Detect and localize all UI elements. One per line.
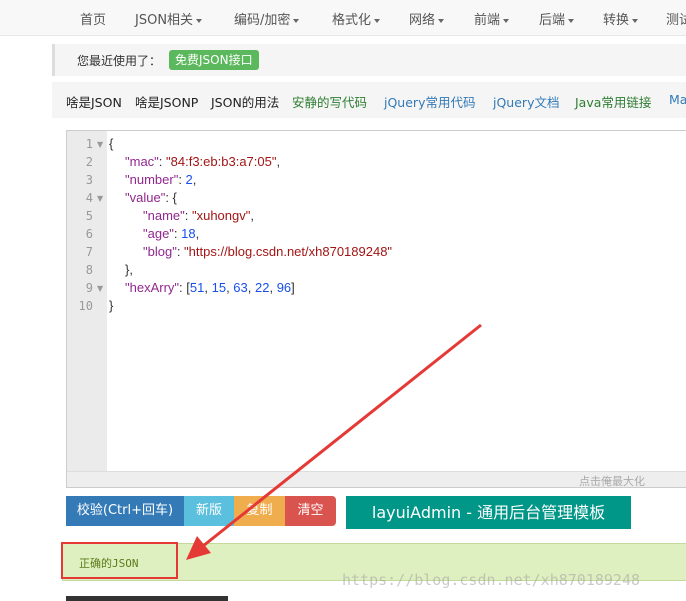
link-json-usage[interactable]: JSON的用法	[211, 92, 279, 111]
nav-item-convert[interactable]: 转换	[603, 9, 639, 28]
maximize-link[interactable]: 点击俺最大化	[579, 473, 645, 489]
nav-item-network[interactable]: 网络	[409, 9, 445, 28]
bottom-strip	[66, 596, 228, 601]
editor-status-bar: 点击俺最大化	[67, 471, 686, 489]
link-what-is-json[interactable]: 啥是JSON	[66, 92, 122, 111]
code-line: "value": {	[125, 190, 177, 205]
nav-item-label: JSON相关	[135, 13, 194, 28]
link-what-is-jsonp[interactable]: 啥是JSONP	[135, 92, 198, 111]
nav-item-json[interactable]: JSON相关	[135, 9, 203, 28]
line-number: 2	[85, 155, 93, 169]
nav-item-frontend[interactable]: 前端	[474, 9, 510, 28]
top-navbar: 首页 JSON相关 编码/加密 格式化 网络 前端 后端 转换 测试	[0, 0, 686, 36]
code-line: },	[125, 262, 133, 277]
nav-item-label: 格式化	[332, 13, 372, 28]
line-number: 3	[85, 173, 93, 187]
code-line: "age": 18,	[143, 226, 200, 241]
caret-down-icon	[503, 18, 510, 23]
fold-arrow-icon[interactable]: ▼	[97, 140, 103, 149]
json-editor[interactable]: 1 2 3 4 5 6 7 8 9 10 ▼ ▼ ▼ { "mac": "84:…	[66, 130, 686, 488]
caret-down-icon	[438, 18, 445, 23]
caret-down-icon	[293, 18, 300, 23]
line-number: 6	[85, 227, 93, 241]
code-line: }	[109, 298, 114, 313]
recent-bar: 您最近使用了： 免费JSON接口	[52, 44, 686, 76]
nav-item-label: 网络	[409, 13, 436, 28]
caret-down-icon	[374, 18, 381, 23]
nav-item-label: 首页	[80, 13, 107, 28]
new-version-button[interactable]: 新版	[184, 496, 234, 526]
nav-item-label: 测试	[666, 13, 686, 28]
line-number: 9	[85, 281, 93, 295]
line-number: 4	[85, 191, 93, 205]
nav-item-label: 后端	[539, 13, 566, 28]
layuiadmin-ad-button[interactable]: layuiAdmin - 通用后台管理模板	[346, 496, 631, 529]
nav-item-label: 转换	[603, 13, 630, 28]
link-java-links[interactable]: Java常用链接	[575, 92, 651, 111]
clear-button[interactable]: 清空	[285, 496, 336, 526]
fold-arrow-icon[interactable]: ▼	[97, 194, 103, 203]
watermark-text: https://blog.csdn.net/xh870189248	[342, 571, 641, 589]
line-number: 7	[85, 245, 93, 259]
link-more[interactable]: Ma	[669, 92, 686, 107]
caret-down-icon	[568, 18, 575, 23]
editor-gutter: 1 2 3 4 5 6 7 8 9 10 ▼ ▼ ▼	[67, 131, 107, 471]
nav-item-format[interactable]: 格式化	[332, 9, 381, 28]
nav-item-encode[interactable]: 编码/加密	[234, 9, 300, 28]
line-number: 5	[85, 209, 93, 223]
code-line: {	[109, 136, 114, 151]
code-line: "blog": "https://blog.csdn.net/xh8701892…	[143, 244, 393, 259]
link-jquery-docs[interactable]: jQuery文档	[493, 92, 559, 111]
line-number: 10	[78, 299, 93, 313]
nav-item-label: 编码/加密	[234, 13, 291, 28]
line-number: 8	[85, 263, 93, 277]
link-quiet-coding[interactable]: 安静的写代码	[292, 92, 367, 111]
nav-item-home[interactable]: 首页	[80, 9, 106, 28]
code-line: "hexArry": [51, 15, 63, 22, 96]	[125, 280, 295, 295]
caret-down-icon	[196, 18, 203, 23]
code-line: "name": "xuhongv",	[143, 208, 254, 223]
nav-item-test[interactable]: 测试	[666, 9, 686, 28]
annotation-highlight-box	[61, 542, 178, 579]
recent-tag-free-json-api[interactable]: 免费JSON接口	[169, 50, 259, 70]
validate-button[interactable]: 校验(Ctrl+回车)	[66, 496, 184, 526]
code-line: "mac": "84:f3:eb:b3:a7:05",	[125, 154, 281, 169]
nav-item-backend[interactable]: 后端	[539, 9, 575, 28]
link-jquery-snippets[interactable]: jQuery常用代码	[384, 92, 475, 111]
nav-item-label: 前端	[474, 13, 501, 28]
recent-label: 您最近使用了：	[77, 54, 162, 68]
fold-arrow-icon[interactable]: ▼	[97, 284, 103, 293]
caret-down-icon	[632, 18, 639, 23]
line-number: 1	[85, 137, 93, 151]
code-line: "number": 2,	[125, 172, 197, 187]
links-bar: 啥是JSON 啥是JSONP JSON的用法 安静的写代码 jQuery常用代码…	[52, 82, 686, 118]
copy-button[interactable]: 复制	[234, 496, 285, 526]
